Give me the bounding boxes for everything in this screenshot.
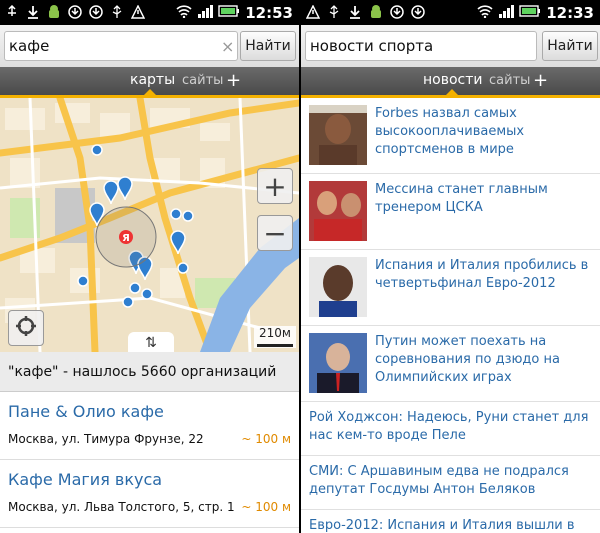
news-title[interactable]: Рой Ходжсон: Надеюсь, Руни станет для на… <box>309 409 597 445</box>
crosshair-icon <box>15 315 37 341</box>
news-title[interactable]: Forbes назвал самых высокооплачиваемых с… <box>375 105 595 159</box>
search-input[interactable] <box>5 32 217 60</box>
android-icon <box>368 4 384 20</box>
tab-maps[interactable]: карты <box>130 72 175 88</box>
download-icon <box>347 4 363 20</box>
status-bar: 12:33 <box>301 0 600 25</box>
map-canvas: Я <box>0 98 299 352</box>
result-title[interactable]: Кафе Магия вкуса <box>8 470 162 489</box>
battery-icon <box>519 3 541 22</box>
svg-text:Я: Я <box>122 233 130 244</box>
news-item[interactable]: Рой Ходжсон: Надеюсь, Руни станет для на… <box>301 402 600 456</box>
search-button[interactable]: Найти <box>240 31 296 61</box>
map-scale-bar <box>257 344 293 347</box>
usb-icon <box>4 4 20 20</box>
right-screen: 12:33 Найти новости сайты + Forbes назва… <box>301 0 600 533</box>
result-item[interactable]: Кафе Магия вкуса Москва, ул. Льва Толсто… <box>0 460 299 528</box>
my-location-button[interactable] <box>8 310 44 346</box>
usb-icon <box>109 4 125 20</box>
news-item[interactable]: Forbes назвал самых высокооплачиваемых с… <box>301 98 600 174</box>
search-bar: Найти <box>301 25 600 67</box>
result-address: Москва, ул. Льва Толстого, 5, стр. 1 <box>8 500 235 514</box>
search-box: × <box>4 31 238 61</box>
news-title[interactable]: Испания и Италия пробились в четвертьфин… <box>375 257 595 293</box>
results-count: "кафе" - нашлось 5660 организаций <box>0 352 299 392</box>
swap-arrows-icon: ⇅ <box>145 335 157 351</box>
warning-icon <box>130 4 146 20</box>
status-bar: 12:53 <box>0 0 299 25</box>
battery-icon <box>218 3 240 22</box>
panel-handle[interactable]: ⇅ <box>128 332 174 354</box>
result-item[interactable]: Пане & Олио кафе Москва, ул. Тимура Фрун… <box>0 392 299 460</box>
result-distance: ~ 100 м <box>241 432 291 446</box>
download-icon <box>389 4 405 20</box>
search-box <box>305 31 537 61</box>
news-item[interactable]: Месси­на станет главным тренером ЦСКА <box>301 174 600 250</box>
news-title[interactable]: СМИ: С Аршавиным едва не подрался депута… <box>309 463 597 499</box>
signal-icon <box>498 3 515 22</box>
add-tab-button[interactable]: + <box>226 70 241 91</box>
warning-icon <box>305 4 321 20</box>
add-tab-button[interactable]: + <box>533 70 548 91</box>
zoom-in-button[interactable]: + <box>257 168 293 204</box>
news-title[interactable]: Месси­на станет главным тренером ЦСКА <box>375 181 595 217</box>
news-thumbnail <box>309 333 367 393</box>
search-button[interactable]: Найти <box>542 31 598 61</box>
news-item[interactable]: Испания и Италия пробились в четвертьфин… <box>301 250 600 326</box>
signal-icon <box>197 3 214 22</box>
download-icon <box>25 4 41 20</box>
map-view[interactable]: Я + − <box>0 98 299 352</box>
wifi-icon <box>176 3 192 22</box>
android-icon <box>46 4 62 20</box>
news-thumbnail <box>309 105 367 165</box>
download-icon <box>67 4 83 20</box>
result-address: Москва, ул. Тимура Фрунзе, 22 <box>8 432 204 446</box>
news-item[interactable]: Евро-2012: Испания и Италия вышли в <box>301 510 600 533</box>
news-title[interactable]: Евро-2012: Испания и Италия вышли в <box>309 517 597 533</box>
news-thumbnail <box>309 181 367 241</box>
news-item[interactable]: Путин может поехать на соревнования по д… <box>301 326 600 402</box>
tab-news[interactable]: новости <box>423 72 483 88</box>
news-title[interactable]: Путин может поехать на соревнования по д… <box>375 333 595 387</box>
result-title[interactable]: Пане & Олио кафе <box>8 402 164 421</box>
tab-indicator <box>144 89 156 95</box>
result-distance: ~ 100 м <box>241 500 291 514</box>
tab-sites[interactable]: сайты <box>182 73 223 88</box>
news-thumbnail <box>309 257 367 317</box>
usb-icon <box>326 4 342 20</box>
download-icon <box>410 4 426 20</box>
left-screen: 12:53 × Найти карты сайты + <box>0 0 299 533</box>
zoom-out-button[interactable]: − <box>257 215 293 251</box>
wifi-icon <box>477 3 493 22</box>
download-icon <box>88 4 104 20</box>
clock: 12:53 <box>245 3 293 22</box>
clear-icon[interactable]: × <box>221 37 234 56</box>
tab-indicator <box>446 89 458 95</box>
clock: 12:33 <box>546 3 594 22</box>
news-item[interactable]: СМИ: С Аршавиным едва не подрался депута… <box>301 456 600 510</box>
tab-sites[interactable]: сайты <box>489 73 530 88</box>
search-input[interactable] <box>306 32 532 60</box>
search-bar: × Найти <box>0 25 299 67</box>
